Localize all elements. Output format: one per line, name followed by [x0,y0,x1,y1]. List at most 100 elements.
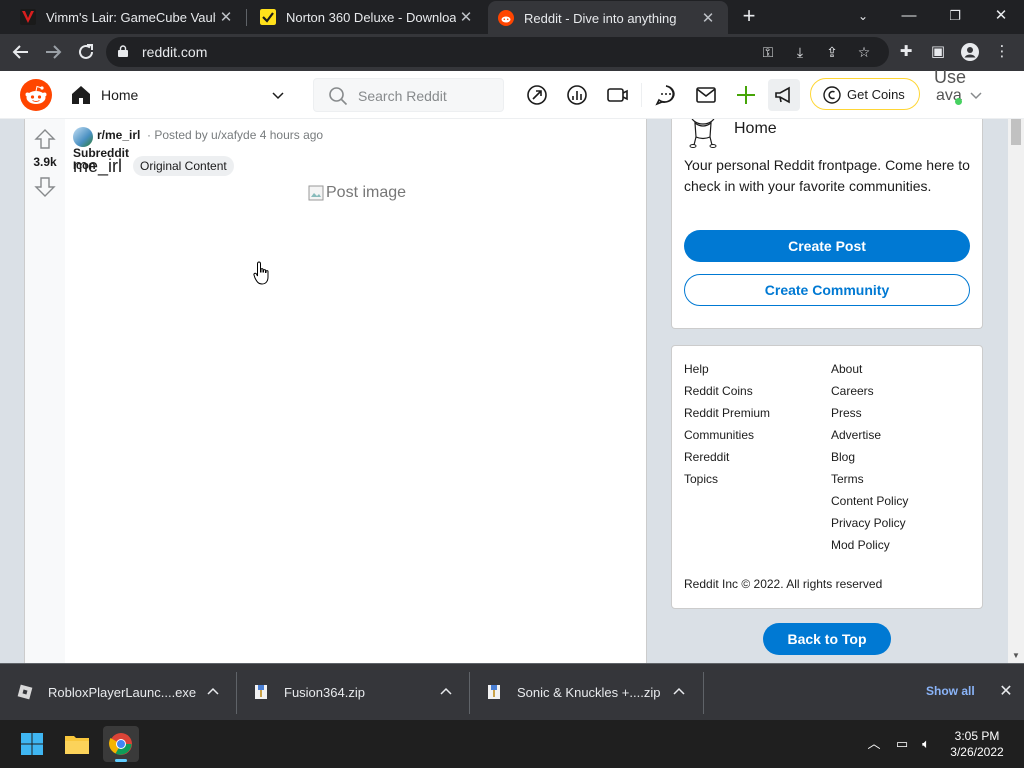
tab-norton[interactable]: Norton 360 Deluxe - Download ✕ [248,0,486,34]
share-icon[interactable]: ⇪ [822,42,842,62]
tab-title: Norton 360 Deluxe - Download [286,9,456,25]
close-download-shelf-icon[interactable]: ✕ [996,682,1016,702]
tray-overflow-chevron-icon[interactable]: ︿ [864,734,884,754]
vote-count: 3.9k [33,155,57,169]
footer-link-terms[interactable]: Terms [831,468,908,490]
active-app-indicator [115,759,127,762]
chevron-up-icon[interactable] [437,683,455,701]
tab-vimms-lair[interactable]: Vimm's Lair: GameCube Vault ✕ [0,0,246,34]
coin-icon [823,86,841,104]
close-tab-icon[interactable]: ✕ [456,8,476,26]
file-explorer-button[interactable] [59,726,95,762]
megaphone-icon [775,86,790,104]
side-panel-icon[interactable]: ▣ [928,42,948,62]
reload-icon [79,44,93,59]
footer-link-careers[interactable]: Careers [831,380,908,402]
tab-title: Reddit - Dive into anything [524,10,677,26]
home-icon [72,86,90,104]
address-bar[interactable]: reddit.com ⚿ ⤓ ⇪ ☆ [106,37,889,67]
new-tab-button[interactable]: + [737,4,761,28]
close-tab-icon[interactable]: ✕ [216,8,236,26]
windows-taskbar: ︿ ▭ 🔈︎ 3:05 PM 3/26/2022 [0,720,1024,768]
start-button[interactable] [14,726,50,762]
user-avatar-alt-text: Use [934,67,967,87]
system-clock[interactable]: 3:05 PM 3/26/2022 [942,728,1012,760]
restore-button[interactable]: ❐ [932,0,978,34]
popular-icon[interactable] [525,83,549,107]
footer-link-mod-policy[interactable]: Mod Policy [831,534,908,556]
footer-link-topics[interactable]: Topics [684,468,770,490]
chevron-up-icon[interactable] [204,683,222,701]
tab-reddit[interactable]: Reddit - Dive into anything ✕ [488,1,728,35]
posted-by-text[interactable]: · Posted by u/xafyde 4 hours ago [147,128,323,142]
get-coins-button[interactable]: Get Coins [810,78,920,110]
chrome-taskbar-button[interactable] [103,726,139,762]
volume-icon[interactable]: 🔈︎ [916,734,936,754]
footer-link-blog[interactable]: Blog [831,446,908,468]
all-stats-icon[interactable] [565,83,589,107]
close-tab-icon[interactable]: ✕ [698,9,718,27]
back-button[interactable] [8,39,34,65]
footer-link-reddit-coins[interactable]: Reddit Coins [684,380,770,402]
network-icon[interactable]: ▭ [892,734,912,754]
extensions-puzzle-icon[interactable]: ✚ [896,42,916,62]
profile-icon[interactable] [960,42,980,62]
download-item-fusion[interactable]: Fusion364.zip [236,664,469,721]
download-file-name: Fusion364.zip [284,685,365,700]
close-window-button[interactable]: ✕ [978,0,1024,34]
user-menu-dropdown[interactable]: Use ava [930,67,990,119]
footer-link-about[interactable]: About [831,358,908,380]
advertise-button[interactable] [768,79,800,111]
search-placeholder: Search Reddit [358,88,447,104]
chat-icon[interactable] [654,83,678,107]
vote-column: 3.9k [25,119,65,663]
footer-link-reddit-premium[interactable]: Reddit Premium [684,402,770,424]
footer-link-privacy-policy[interactable]: Privacy Policy [831,512,908,534]
minimize-button[interactable]: — [886,0,932,34]
mail-icon[interactable] [694,83,718,107]
download-item-sonic[interactable]: Sonic & Knuckles +....zip [469,664,703,721]
search-input[interactable]: Search Reddit [313,78,504,112]
subreddit-link[interactable]: r/me_irl [97,128,140,142]
reddit-logo-icon[interactable] [20,79,52,111]
back-arrow-icon [12,45,28,59]
footer-link-rereddit[interactable]: Rereddit [684,446,770,468]
footer-link-press[interactable]: Press [831,402,908,424]
footer-link-advertise[interactable]: Advertise [831,424,908,446]
chevron-down-icon [970,92,982,100]
post-flair[interactable]: Original Content [133,156,234,176]
downvote-arrow-icon[interactable] [34,176,56,198]
create-community-button[interactable]: Create Community [684,274,970,306]
show-all-downloads-button[interactable]: Show all [926,684,975,698]
download-item-roblox[interactable]: RobloxPlayerLaunc....exe [0,664,236,721]
create-post-button[interactable]: Create Post [684,230,970,262]
video-icon[interactable] [605,83,629,107]
page-scrollbar[interactable]: ▲ ▼ [1008,119,1024,663]
bookmark-star-icon[interactable]: ☆ [854,42,874,62]
chrome-logo-icon [109,733,132,755]
chevron-down-icon [272,92,284,100]
footer-link-content-policy[interactable]: Content Policy [831,490,908,512]
home-card-description: Your personal Reddit frontpage. Come her… [684,157,970,194]
back-to-top-button[interactable]: Back to Top [763,623,891,655]
footer-link-help[interactable]: Help [684,358,770,380]
browser-titlebar: Vimm's Lair: GameCube Vault ✕ Norton 360… [0,0,1024,35]
footer-link-communities[interactable]: Communities [684,424,770,446]
chevron-up-icon[interactable] [670,683,688,701]
post-card[interactable]: 3.9k r/me_irl · Posted by u/xafyde 4 hou… [24,119,647,663]
subreddit-icon[interactable] [73,127,93,147]
create-post-plus-icon[interactable] [734,83,758,107]
folder-icon [65,736,89,754]
home-feed-dropdown[interactable]: Home [66,79,292,111]
forward-button[interactable] [40,39,66,65]
chrome-menu-icon[interactable]: ⋮ [992,42,1012,62]
tab-search-chevron-icon[interactable]: ⌄ [840,0,886,34]
post-image[interactable]: Post image [308,184,406,202]
install-app-icon[interactable]: ⤓ [790,42,810,62]
norton-favicon-icon [260,9,276,25]
key-icon[interactable]: ⚿ [758,42,778,62]
upvote-arrow-icon[interactable] [34,128,56,150]
scroll-down-arrow-icon[interactable]: ▼ [1011,651,1021,660]
reload-button[interactable] [73,39,99,65]
scrollbar-thumb[interactable] [1011,119,1021,145]
